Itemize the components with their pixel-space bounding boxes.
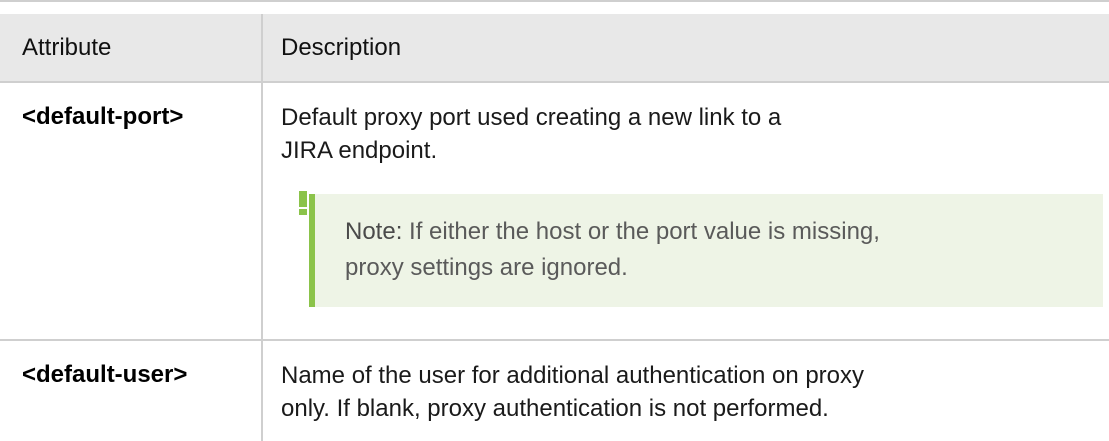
header-description: Description bbox=[281, 33, 402, 61]
header-attribute: Attribute bbox=[0, 14, 263, 81]
note-callout: Note: If either the host or the port val… bbox=[299, 191, 1103, 307]
attribute-table: Attribute Description <default-port> Def… bbox=[0, 0, 1109, 441]
attribute-cell: <default-user> bbox=[0, 341, 263, 441]
description-text: Default proxy port used creating a new l… bbox=[281, 104, 782, 164]
attribute-name: <default-port> bbox=[22, 103, 184, 130]
description-cell: Name of the user for additional authenti… bbox=[263, 341, 1109, 441]
note-label: Note: bbox=[345, 218, 403, 245]
note-box: Note: If either the host or the port val… bbox=[309, 194, 1103, 307]
table-row: <default-user> Name of the user for addi… bbox=[0, 341, 1109, 441]
note-text: If either the host or the port value is … bbox=[345, 218, 880, 281]
exclamation-icon bbox=[299, 191, 307, 215]
attribute-cell: <default-port> bbox=[0, 83, 263, 339]
attribute-name: <default-user> bbox=[22, 361, 188, 388]
description-text: Name of the user for additional authenti… bbox=[281, 362, 865, 422]
description-cell: Default proxy port used creating a new l… bbox=[263, 83, 1109, 339]
table-header-row: Attribute Description bbox=[0, 14, 1109, 83]
table-row: <default-port> Default proxy port used c… bbox=[0, 83, 1109, 341]
